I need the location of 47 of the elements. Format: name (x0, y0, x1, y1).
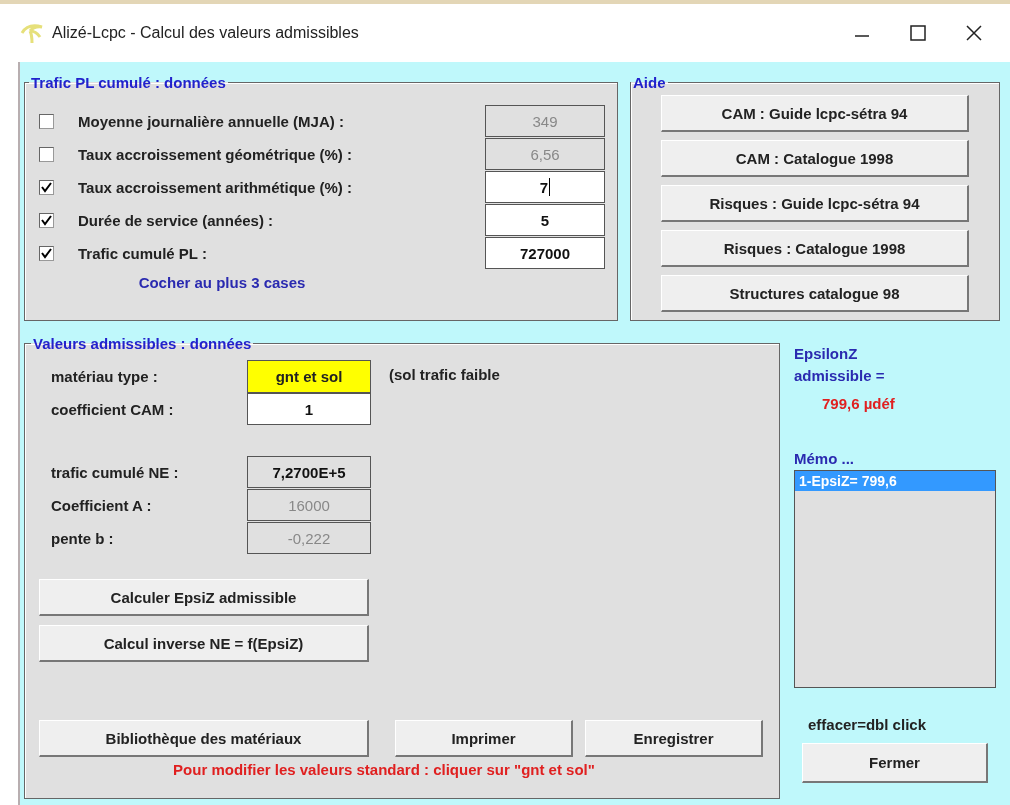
help-button[interactable]: Risques : Catalogue 1998 (661, 230, 969, 267)
action-button[interactable]: Calculer EpsiZ admissible (39, 579, 369, 616)
field-label: coefficient CAM : (51, 401, 175, 418)
output-field: 7,2700E+5 (247, 456, 371, 488)
erase-hint: effacer=dbl click (808, 716, 927, 733)
palm-tree-icon (20, 23, 44, 43)
help-button[interactable]: Structures catalogue 98 (661, 275, 969, 312)
result-label: EpsilonZ (794, 344, 859, 364)
field-label: Coefficient A : (51, 497, 153, 514)
panel-title: Aide (632, 74, 667, 91)
checkbox[interactable] (39, 213, 54, 228)
input-field[interactable]: 727000 (485, 237, 605, 269)
field-label: Taux accroissement arithmétique (%) : (78, 179, 353, 196)
close-dialog-button[interactable]: Fermer (802, 743, 988, 783)
action-button[interactable]: Imprimer (395, 720, 573, 757)
material-note: (sol trafic faible (389, 366, 500, 383)
memo-label: Mémo ... (794, 449, 855, 469)
help-button[interactable]: Risques : Guide lcpc-sétra 94 (661, 185, 969, 222)
close-icon[interactable] (966, 25, 982, 41)
input-field[interactable]: 1 (247, 393, 371, 425)
field-label: Trafic cumulé PL : (78, 245, 208, 262)
field-label: Durée de service (années) : (78, 212, 275, 229)
hint-text: Cocher au plus 3 cases (137, 274, 307, 291)
field-label: Taux accroissement géométrique (%) : (78, 146, 353, 163)
result-label: admissible = (794, 366, 886, 386)
material-button[interactable]: gnt et sol (247, 360, 371, 393)
action-button[interactable]: Bibliothèque des matériaux (39, 720, 369, 757)
checkbox[interactable] (39, 246, 54, 261)
field-label: trafic cumulé NE : (51, 464, 180, 481)
help-button[interactable]: CAM : Guide lcpc-sétra 94 (661, 95, 969, 132)
action-button[interactable]: Enregistrer (585, 720, 763, 757)
result-value: 799,6 µdéf (822, 395, 896, 412)
field-label: Moyenne journalière annuelle (MJA) : (78, 113, 345, 130)
maximize-icon[interactable] (910, 25, 926, 41)
help-button[interactable]: CAM : Catalogue 1998 (661, 140, 969, 177)
input-field[interactable]: 7 (485, 171, 605, 203)
footer-note: Pour modifier les valeurs standard : cliquer sur "gnt et sol" (172, 761, 596, 778)
panel-title: Trafic PL cumulé : données (30, 74, 227, 91)
output-field: -0,222 (247, 522, 371, 554)
action-button[interactable]: Calcul inverse NE = f(EpsiZ) (39, 625, 369, 662)
field-label: matériau type : (51, 368, 159, 385)
checkbox[interactable] (39, 180, 54, 195)
input-field[interactable]: 5 (485, 204, 605, 236)
output-field: 16000 (247, 489, 371, 521)
window-title: Alizé-Lcpc - Calcul des valeurs admissibles (52, 24, 360, 42)
field-label: pente b : (51, 530, 115, 547)
panel-title: Valeurs admissibles : données (32, 335, 253, 352)
